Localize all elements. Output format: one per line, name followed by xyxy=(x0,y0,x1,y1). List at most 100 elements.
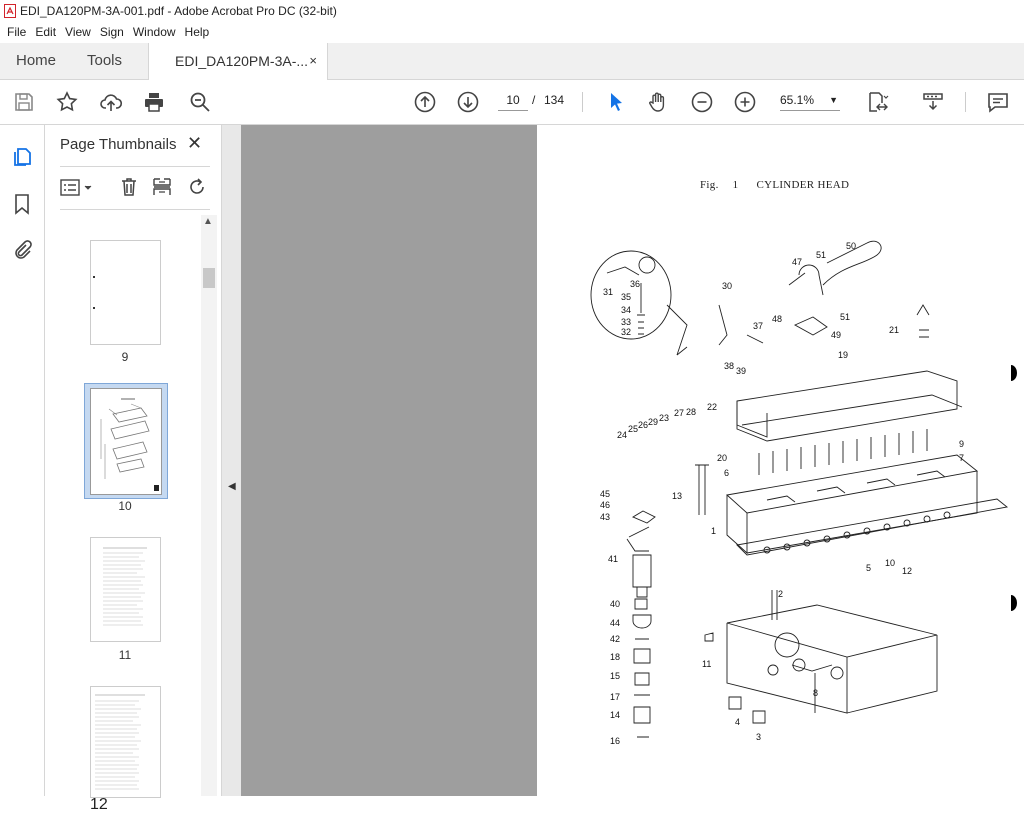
tab-home[interactable]: Home xyxy=(16,43,56,79)
tab-tools[interactable]: Tools xyxy=(87,43,122,79)
menu-bar: File Edit View Sign Window Help xyxy=(0,22,1024,42)
window-title: EDI_DA120PM-3A-001.pdf - Adobe Acrobat P… xyxy=(20,4,337,18)
part-label: 21 xyxy=(889,325,900,335)
figure-number: 1 xyxy=(732,179,739,191)
page-number-input[interactable]: 10 xyxy=(498,90,528,111)
page-total: 134 xyxy=(544,93,565,107)
divider xyxy=(60,166,210,167)
star-icon[interactable] xyxy=(55,90,79,114)
part-label: 44 xyxy=(610,618,621,628)
menu-window[interactable]: Window xyxy=(133,22,176,42)
menu-sign[interactable]: Sign xyxy=(100,22,124,42)
part-label: 22 xyxy=(707,402,718,412)
scrollbar-thumb[interactable] xyxy=(203,268,215,288)
part-label: 14 xyxy=(610,710,621,720)
part-label: 45 xyxy=(600,489,611,499)
part-label: 49 xyxy=(831,330,842,340)
part-label: 40 xyxy=(610,599,621,609)
zoom-in-icon[interactable] xyxy=(733,90,757,114)
thumbnails-scrollbar[interactable] xyxy=(201,215,217,796)
thumbnail-page-9[interactable] xyxy=(90,240,161,345)
thumbnail-drawing xyxy=(95,694,145,790)
tab-document[interactable]: EDI_DA120PM-3A-... × xyxy=(148,43,328,80)
part-label: 51 xyxy=(840,312,851,322)
upload-cloud-icon[interactable] xyxy=(99,90,123,114)
part-label: 18 xyxy=(610,652,621,662)
toolbar-divider xyxy=(965,92,966,112)
save-icon[interactable] xyxy=(12,90,36,114)
part-label: 50 xyxy=(846,241,857,251)
page-fit-icon[interactable] xyxy=(866,90,890,114)
thumbnail-page-12[interactable] xyxy=(90,686,161,798)
part-label: 8 xyxy=(813,688,819,698)
rotate-icon[interactable] xyxy=(186,176,208,198)
part-label: 33 xyxy=(621,317,632,327)
part-label: 25 xyxy=(628,424,639,434)
chevron-down-icon: ▼ xyxy=(829,95,838,105)
zoom-level-value: 65.1% xyxy=(780,93,815,107)
menu-view[interactable]: View xyxy=(65,22,91,42)
collapse-panel-icon[interactable]: ◀ xyxy=(228,481,236,492)
part-label: 39 xyxy=(736,366,747,376)
panel-close-icon[interactable]: ✕ xyxy=(187,133,202,154)
delete-icon[interactable] xyxy=(118,176,140,198)
part-label: 4 xyxy=(735,717,741,727)
comment-icon[interactable] xyxy=(986,90,1010,114)
tab-row: Home Tools EDI_DA120PM-3A-... × xyxy=(0,43,1024,80)
part-label: 51 xyxy=(816,250,827,260)
attachment-icon[interactable] xyxy=(11,238,33,260)
thumbnail-label: 10 xyxy=(118,499,132,513)
part-label: 23 xyxy=(659,413,670,423)
part-label: 26 xyxy=(638,420,649,430)
part-label: 30 xyxy=(722,281,733,291)
select-cursor-icon[interactable] xyxy=(604,90,628,114)
part-label: 5 xyxy=(866,563,872,573)
zoom-out-icon[interactable] xyxy=(690,90,714,114)
part-label: 27 xyxy=(674,408,685,418)
part-label: 34 xyxy=(621,305,632,315)
part-label: 29 xyxy=(648,417,659,427)
part-label: 36 xyxy=(630,279,641,289)
scroll-up-icon[interactable]: ▲ xyxy=(203,216,213,227)
part-label: 12 xyxy=(902,566,913,576)
thumbnail-page-10[interactable] xyxy=(90,388,162,495)
part-label: 24 xyxy=(617,430,628,440)
part-label: 42 xyxy=(610,634,621,644)
part-label: 41 xyxy=(608,554,619,564)
thumbnail-page-11[interactable] xyxy=(90,537,161,642)
part-label: 20 xyxy=(717,453,728,463)
page-separator: / xyxy=(532,93,536,107)
part-label: 15 xyxy=(610,671,621,681)
part-label: 11 xyxy=(702,659,712,669)
menu-file[interactable]: File xyxy=(7,22,26,42)
part-label: 17 xyxy=(610,692,621,702)
scroll-mode-icon[interactable] xyxy=(921,90,945,114)
extract-pages-icon[interactable] xyxy=(151,176,173,198)
part-label: 2 xyxy=(778,589,784,599)
part-label: 35 xyxy=(621,292,632,302)
bookmark-icon[interactable] xyxy=(12,193,32,215)
title-bar: EDI_DA120PM-3A-001.pdf - Adobe Acrobat P… xyxy=(0,0,1024,22)
panel-splitter[interactable] xyxy=(221,125,242,796)
menu-help[interactable]: Help xyxy=(185,22,210,42)
tab-close-icon[interactable]: × xyxy=(309,43,317,79)
menu-edit[interactable]: Edit xyxy=(35,22,56,42)
part-label: 9 xyxy=(959,439,965,449)
thumbnail-options-icon[interactable] xyxy=(60,178,96,198)
previous-page-icon[interactable] xyxy=(413,90,437,114)
part-label: 48 xyxy=(772,314,783,324)
print-icon[interactable] xyxy=(142,90,166,114)
part-label: 47 xyxy=(792,257,803,267)
part-label: 6 xyxy=(724,468,730,478)
zoom-level-dropdown[interactable]: 65.1% ▼ xyxy=(780,90,840,111)
toolbar-divider xyxy=(582,92,583,112)
figure-caption: CYLINDER HEAD xyxy=(756,179,850,191)
panel-title: Page Thumbnails xyxy=(60,136,177,153)
next-page-icon[interactable] xyxy=(456,90,480,114)
zoom-search-icon[interactable] xyxy=(188,90,212,114)
page-thumbnails-icon[interactable] xyxy=(11,146,33,168)
part-label: 7 xyxy=(959,453,965,463)
part-label: 19 xyxy=(838,350,849,360)
thumbnail-drawing xyxy=(103,547,147,626)
hand-tool-icon[interactable] xyxy=(646,90,670,114)
